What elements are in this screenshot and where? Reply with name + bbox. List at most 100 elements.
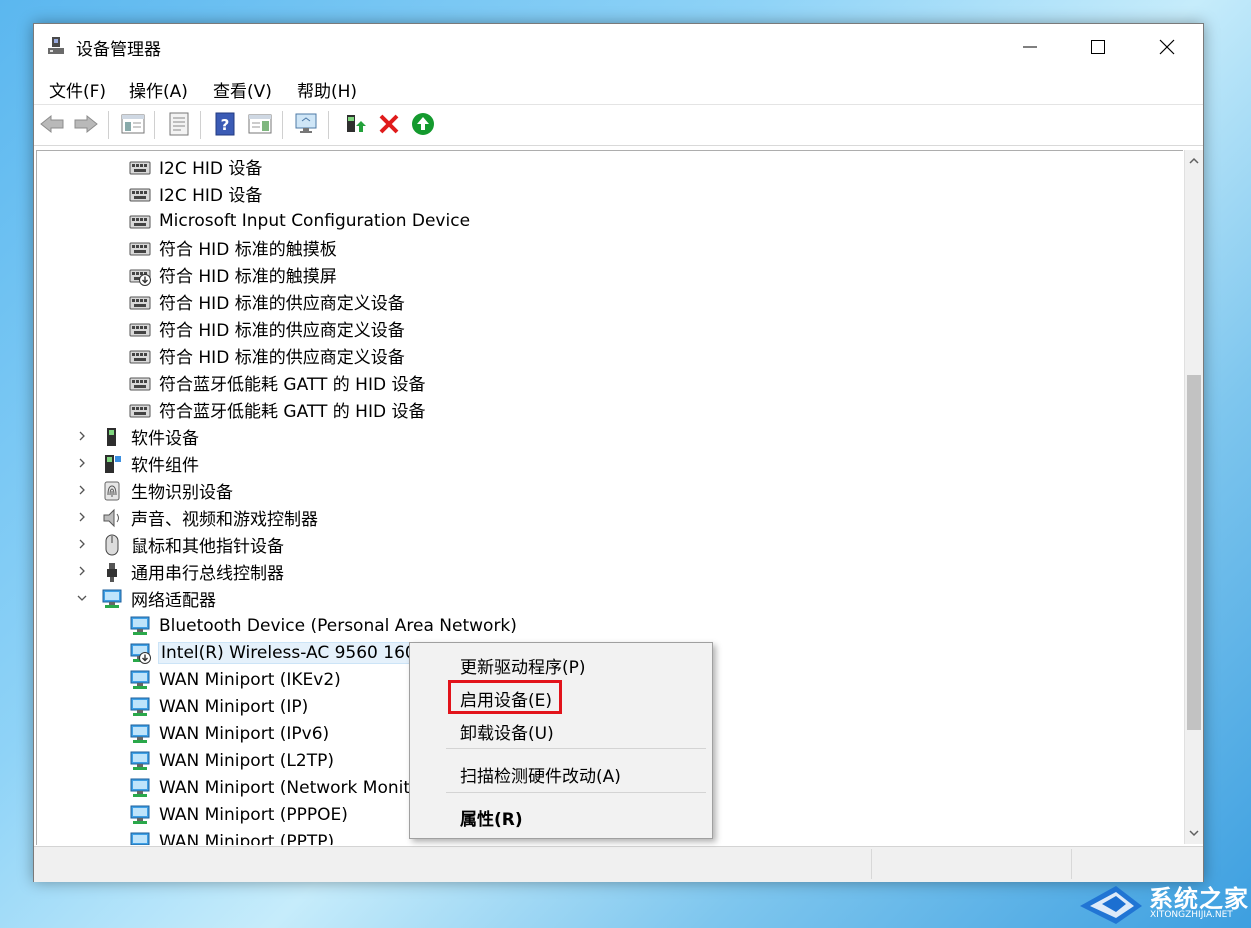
- update-driver-button[interactable]: [342, 111, 368, 137]
- enable-device-highlight-box: [448, 680, 562, 714]
- tree-item-label: Microsoft Input Configuration Device: [159, 210, 471, 231]
- tree-device[interactable]: I2C HID 设备: [129, 153, 262, 180]
- tree-category[interactable]: 软件组件: [101, 450, 199, 477]
- menu-bar: 文件(F) 操作(A) 查看(V) 帮助(H): [34, 71, 1203, 104]
- network-adapter-disabled-icon: [129, 642, 151, 664]
- help-button[interactable]: ?: [212, 111, 238, 137]
- expand-toggle[interactable]: [75, 564, 89, 578]
- scrollbar-thumb[interactable]: [1187, 375, 1201, 730]
- svg-text:?: ?: [221, 116, 230, 134]
- forward-button[interactable]: [73, 111, 99, 137]
- network-adapter-icon: [129, 669, 151, 691]
- close-button[interactable]: [1132, 24, 1202, 70]
- tree-category[interactable]: 软件设备: [101, 423, 199, 450]
- network-adapter-icon: [101, 588, 123, 610]
- tree-item-label: 软件设备: [131, 429, 199, 449]
- help-book-icon: ?: [215, 112, 235, 136]
- menu-uninstall-device[interactable]: 卸载设备(U): [460, 719, 554, 744]
- expand-toggle[interactable]: [75, 510, 89, 524]
- hid-device-icon: [129, 399, 151, 421]
- toolbar-separator: [154, 111, 155, 139]
- tree-device[interactable]: 符合 HID 标准的供应商定义设备: [129, 342, 405, 369]
- tree-device[interactable]: 符合 HID 标准的供应商定义设备: [129, 315, 405, 342]
- uninstall-device-button[interactable]: [376, 111, 402, 137]
- usb-icon: [101, 561, 123, 583]
- toolbar-separator: [328, 111, 329, 139]
- menu-view[interactable]: 查看(V): [213, 77, 272, 102]
- expand-toggle[interactable]: [75, 429, 89, 443]
- speaker-icon: [101, 507, 123, 529]
- properties-button[interactable]: [166, 111, 192, 137]
- tree-device[interactable]: Intel(R) Wireless-AC 9560 160MHz: [129, 639, 456, 666]
- menu-update-driver[interactable]: 更新驱动程序(P): [460, 653, 586, 678]
- enable-device-button[interactable]: [410, 111, 436, 137]
- toolbar-separator: [282, 111, 283, 139]
- tree-device[interactable]: 符合 HID 标准的触摸板: [129, 234, 337, 261]
- show-hide-console-tree-button[interactable]: [120, 111, 146, 137]
- tree-category[interactable]: 声音、视频和游戏控制器: [101, 504, 318, 531]
- menu-file[interactable]: 文件(F): [49, 77, 106, 102]
- scan-hardware-button[interactable]: [294, 111, 320, 137]
- status-bar: [34, 846, 1203, 882]
- scroll-down-button[interactable]: [1187, 826, 1201, 840]
- tree-category[interactable]: 通用串行总线控制器: [101, 558, 284, 585]
- tree-item-label: I2C HID 设备: [159, 159, 263, 179]
- hid-device-icon: [129, 318, 151, 340]
- tree-item-label: 符合蓝牙低能耗 GATT 的 HID 设备: [159, 375, 426, 395]
- tree-device[interactable]: 符合蓝牙低能耗 GATT 的 HID 设备: [129, 369, 425, 396]
- tree-device[interactable]: WAN Miniport (PPPOE): [129, 801, 348, 828]
- tree-device[interactable]: 符合蓝牙低能耗 GATT 的 HID 设备: [129, 396, 425, 423]
- tree-device[interactable]: WAN Miniport (IKEv2): [129, 666, 341, 693]
- maximize-button[interactable]: [1063, 24, 1133, 70]
- tree-device[interactable]: I2C HID 设备: [129, 180, 262, 207]
- toolbar-separator: [108, 111, 109, 139]
- menu-scan-hardware[interactable]: 扫描检测硬件改动(A): [460, 762, 621, 787]
- network-adapter-icon: [129, 696, 151, 718]
- scroll-up-button[interactable]: [1187, 154, 1201, 168]
- expand-toggle[interactable]: [75, 537, 89, 551]
- action-pane-icon: [248, 114, 272, 134]
- expand-toggle[interactable]: [75, 456, 89, 470]
- toolbar-separator: [200, 111, 201, 139]
- fingerprint-icon: [104, 481, 120, 500]
- vertical-scrollbar[interactable]: [1184, 150, 1203, 844]
- tree-device[interactable]: 符合 HID 标准的触摸屏: [129, 261, 337, 288]
- title-bar[interactable]: 设备管理器: [34, 24, 1203, 70]
- tree-category[interactable]: 网络适配器: [101, 585, 216, 612]
- tree-device[interactable]: Bluetooth Device (Personal Area Network): [129, 612, 517, 639]
- collapse-toggle[interactable]: [75, 591, 89, 605]
- back-button[interactable]: [39, 111, 65, 137]
- tree-device[interactable]: Microsoft Input Configuration Device: [129, 207, 470, 234]
- tree-item-label: WAN Miniport (L2TP): [159, 750, 334, 771]
- menu-help[interactable]: 帮助(H): [297, 77, 357, 102]
- mouse-icon: [101, 534, 123, 556]
- tree-item-label: WAN Miniport (PPTP): [159, 831, 335, 846]
- network-adapter-icon: [129, 750, 151, 772]
- network-adapter-icon: [129, 831, 151, 846]
- tree-device[interactable]: WAN Miniport (Network Monitor): [129, 774, 434, 801]
- tree-device[interactable]: WAN Miniport (IPv6): [129, 720, 329, 747]
- hid-device-icon: [129, 156, 151, 178]
- hid-device-icon: [129, 156, 151, 178]
- close-icon: [1159, 39, 1175, 55]
- action-pane-button[interactable]: [247, 111, 273, 137]
- tree-device[interactable]: WAN Miniport (PPTP): [129, 828, 334, 845]
- chevron-right-icon: [79, 512, 85, 522]
- tree-device[interactable]: 符合 HID 标准的供应商定义设备: [129, 288, 405, 315]
- tree-item-label: 鼠标和其他指针设备: [131, 537, 284, 557]
- tree-category[interactable]: 鼠标和其他指针设备: [101, 531, 284, 558]
- minimize-button[interactable]: [995, 24, 1065, 70]
- network-adapter-icon: [129, 804, 151, 826]
- monitor-scan-icon: [295, 113, 317, 133]
- menu-properties[interactable]: 属性(R): [460, 805, 523, 830]
- expand-toggle[interactable]: [75, 483, 89, 497]
- menu-action[interactable]: 操作(A): [129, 77, 188, 102]
- hid-device-icon: [129, 237, 151, 259]
- network-adapter-icon: [129, 804, 151, 826]
- speaker-icon: [103, 508, 119, 527]
- tree-category[interactable]: 生物识别设备: [101, 477, 233, 504]
- status-separator: [1071, 849, 1072, 879]
- tree-device[interactable]: WAN Miniport (L2TP): [129, 747, 334, 774]
- tree-item-label: 通用串行总线控制器: [131, 564, 284, 584]
- tree-device[interactable]: WAN Miniport (IP): [129, 693, 308, 720]
